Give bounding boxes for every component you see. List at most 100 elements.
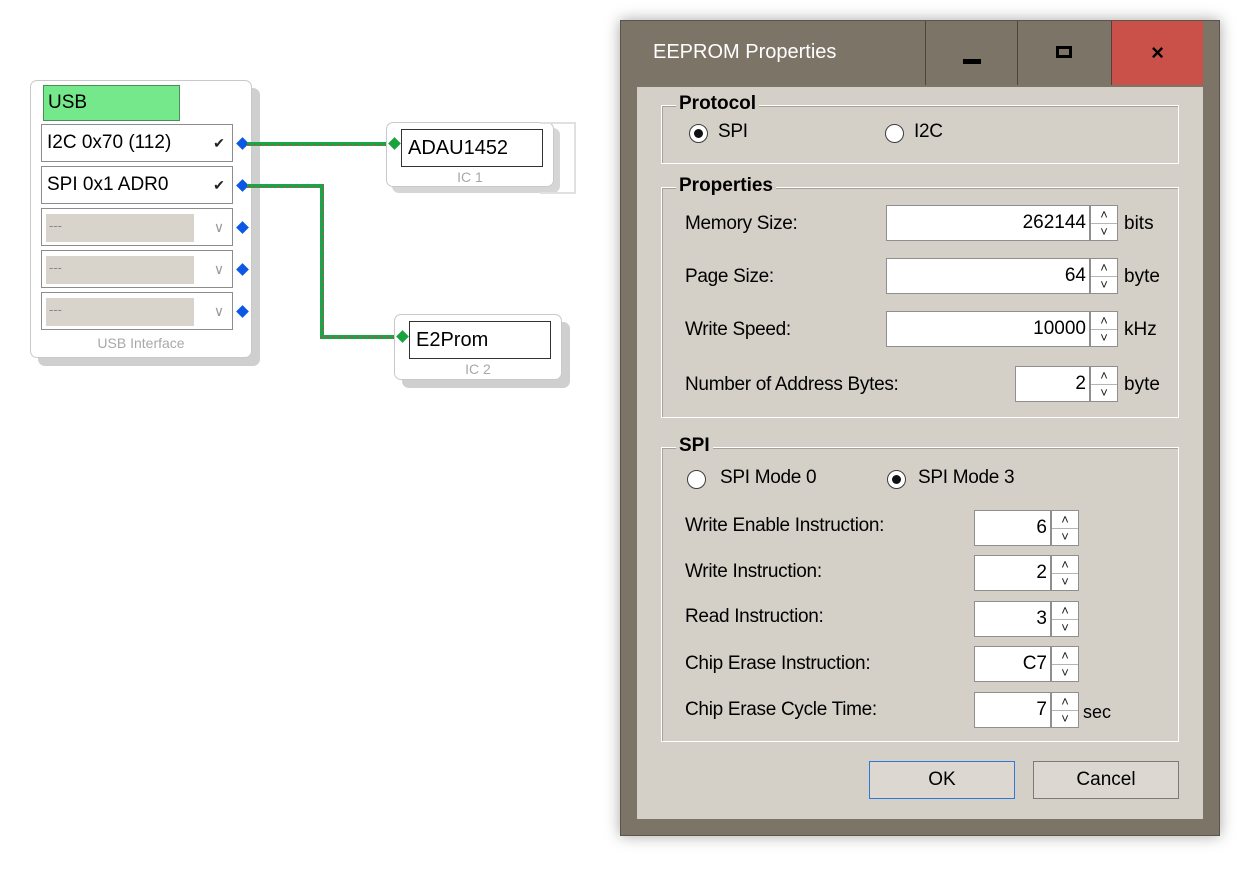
write-instruction-input[interactable]: 2 [974,555,1051,591]
page-size-label: Page Size: [685,266,774,287]
properties-group-title: Properties [676,175,776,197]
properties-group: Properties Memory Size: 262144 ˄ ˅ bits … [661,175,1179,418]
chevron-down-icon[interactable]: ˅ [1091,384,1117,401]
port-spi[interactable]: SPI 0x1 ADR0 ✔ [41,166,233,204]
memory-size-unit: bits [1124,213,1154,234]
port-label: SPI 0x1 ADR0 [47,174,169,195]
ic2-block[interactable]: E2Prom IC 2 [394,314,562,380]
chevron-down-icon[interactable]: ˅ [1052,664,1078,681]
radio-spi-label[interactable]: SPI [718,121,748,143]
chevron-down-icon: ∨ [213,219,225,235]
memory-size-label: Memory Size: [685,213,798,234]
port-placeholder: --- [46,214,194,242]
chevron-down-icon[interactable]: ˅ [1091,276,1117,293]
address-bytes-spinner[interactable]: ˄ ˅ [1090,366,1118,402]
write-speed-unit: kHz [1124,319,1157,340]
write-speed-input[interactable]: 10000 [886,311,1090,347]
port-connector-icon[interactable] [236,221,249,234]
chevron-down-icon[interactable]: ˅ [1052,710,1078,727]
wire-i2c[interactable] [247,142,395,146]
port-empty-3: --- ∨ [41,208,233,246]
chevron-down-icon: ∨ [213,303,225,319]
maximize-icon [1056,46,1072,58]
chevron-up-icon[interactable]: ˄ [1052,647,1078,665]
chevron-down-icon: ∨ [213,261,225,277]
read-instruction-input[interactable]: 3 [974,601,1051,637]
read-instruction-spinner[interactable]: ˄ ˅ [1051,601,1079,637]
memory-size-spinner[interactable]: ˄ ˅ [1090,205,1118,241]
chevron-down-icon[interactable]: ˅ [1091,329,1117,346]
chevron-up-icon[interactable]: ˄ [1052,693,1078,711]
write-enable-spinner[interactable]: ˄ ˅ [1051,510,1079,546]
chevron-down-icon[interactable]: ˅ [1052,573,1078,590]
chip-erase-time-spinner[interactable]: ˄ ˅ [1051,692,1079,728]
ok-button[interactable]: OK [869,761,1015,799]
maximize-button[interactable] [1017,21,1109,85]
address-bytes-input[interactable]: 2 [1015,366,1090,402]
wire-spi-h2[interactable] [320,335,400,339]
radio-spi[interactable] [689,124,708,143]
memory-size-input[interactable]: 262144 [886,205,1090,241]
wire-spi-v[interactable] [320,184,324,338]
port-empty-4: --- ∨ [41,250,233,288]
page-size-input[interactable]: 64 [886,258,1090,294]
chevron-down-icon[interactable]: ˅ [1052,528,1078,545]
port-connector-icon[interactable] [236,305,249,318]
chevron-up-icon[interactable]: ˄ [1091,206,1117,224]
write-speed-spinner[interactable]: ˄ ˅ [1090,311,1118,347]
write-instruction-spinner[interactable]: ˄ ˅ [1051,555,1079,591]
chevron-up-icon[interactable]: ˄ [1052,556,1078,574]
usb-block-title: USB [43,85,180,121]
dialog-client-area: Protocol SPI I2C Properties Memory Size:… [637,87,1203,819]
wire-spi-h1[interactable] [247,184,322,188]
chevron-up-icon[interactable]: ˄ [1091,259,1117,277]
chevron-up-icon[interactable]: ˄ [1052,511,1078,529]
cancel-button[interactable]: Cancel [1033,761,1179,799]
address-bytes-label: Number of Address Bytes: [685,374,899,395]
minimize-icon [963,59,981,64]
radio-spi-mode-3[interactable] [887,470,906,489]
eeprom-properties-dialog: EEPROM Properties × Protocol SPI I2C Pro… [620,20,1220,836]
chevron-up-icon[interactable]: ˄ [1091,312,1117,330]
page-size-unit: byte [1124,266,1160,287]
dialog-title: EEPROM Properties [653,41,837,63]
ic2-name[interactable]: E2Prom [409,321,551,359]
write-enable-label: Write Enable Instruction: [685,515,885,536]
radio-spi-mode-3-label[interactable]: SPI Mode 3 [918,467,1015,489]
chevron-down-icon[interactable]: ˅ [1052,619,1078,636]
chip-erase-label: Chip Erase Instruction: [685,653,871,674]
write-enable-input[interactable]: 6 [974,510,1051,546]
port-i2c[interactable]: I2C 0x70 (112) ✔ [41,124,233,162]
minimize-button[interactable] [925,21,1017,85]
page-size-spinner[interactable]: ˄ ˅ [1090,258,1118,294]
chevron-down-icon[interactable]: ✔ [210,167,228,203]
port-empty-5: --- ∨ [41,292,233,330]
ic1-caption: IC 1 [457,169,483,185]
radio-spi-mode-0-label[interactable]: SPI Mode 0 [720,467,817,489]
radio-i2c[interactable] [885,124,904,143]
chevron-up-icon[interactable]: ˄ [1091,367,1117,385]
close-icon: × [1151,40,1164,65]
port-placeholder: --- [46,298,194,326]
chevron-down-icon[interactable]: ✔ [210,125,228,161]
title-bar[interactable]: EEPROM Properties × [621,21,1219,87]
schematic-canvas: USB I2C 0x70 (112) ✔ SPI 0x1 ADR0 ✔ --- … [0,0,600,882]
read-instruction-label: Read Instruction: [685,606,824,627]
port-placeholder: --- [46,256,194,284]
protocol-group-title: Protocol [676,93,760,115]
radio-spi-mode-0[interactable] [687,470,706,489]
chip-erase-time-input[interactable]: 7 [974,692,1051,728]
ic1-block[interactable]: ADAU1452 IC 1 [386,122,554,187]
usb-interface-block[interactable]: USB I2C 0x70 (112) ✔ SPI 0x1 ADR0 ✔ --- … [30,80,252,358]
port-connector-icon[interactable] [236,263,249,276]
usb-block-caption: USB Interface [97,335,185,351]
chip-erase-input[interactable]: C7 [974,646,1051,682]
chip-erase-spinner[interactable]: ˄ ˅ [1051,646,1079,682]
chip-erase-time-unit: sec [1083,702,1112,722]
radio-i2c-label[interactable]: I2C [914,121,943,143]
close-button[interactable]: × [1111,21,1203,85]
ic1-name[interactable]: ADAU1452 [401,129,543,167]
chevron-up-icon[interactable]: ˄ [1052,602,1078,620]
write-speed-label: Write Speed: [685,319,791,340]
chevron-down-icon[interactable]: ˅ [1091,223,1117,240]
